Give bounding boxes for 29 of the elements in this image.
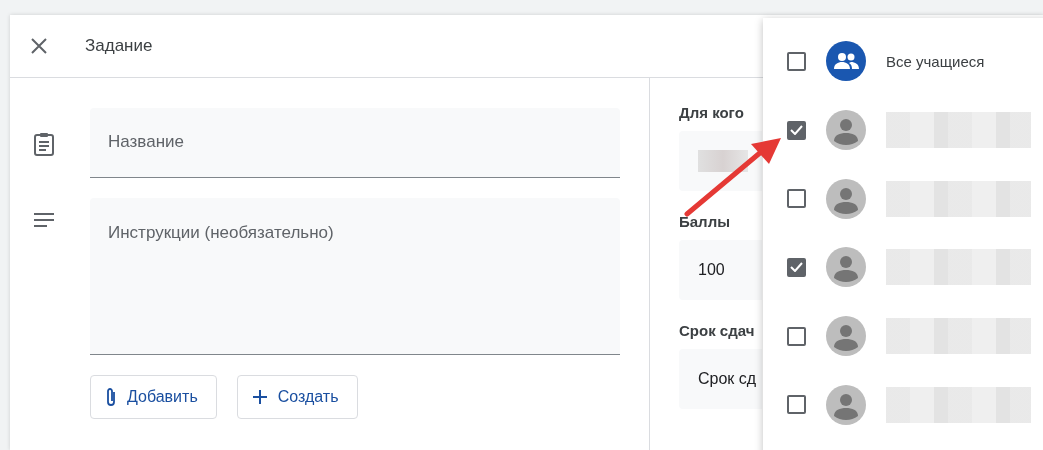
avatar-icon [826, 316, 866, 357]
instructions-field[interactable]: Инструкции (необязательно) [90, 198, 620, 355]
due-date-field[interactable]: Срок сд [679, 349, 762, 409]
avatar-icon [826, 178, 866, 219]
avatar-icon [826, 247, 866, 288]
create-button[interactable]: Создать [236, 375, 358, 419]
checkbox[interactable] [787, 51, 806, 71]
close-icon[interactable] [30, 37, 48, 55]
avatar-icon [826, 384, 866, 425]
group-icon [826, 41, 866, 82]
field-label: Для кого [679, 104, 745, 121]
text-lines-icon [33, 212, 55, 228]
checkbox[interactable] [787, 189, 806, 209]
student-name: Все учащиеся [886, 52, 985, 70]
title-field[interactable]: Название [90, 108, 620, 178]
points-field[interactable]: 100 [679, 240, 762, 300]
checkbox[interactable] [787, 326, 806, 346]
field-label: Срок сдач [679, 322, 756, 339]
checkbox[interactable] [787, 120, 806, 140]
plus-icon [251, 389, 268, 405]
avatar-icon [826, 110, 866, 151]
clipboard-icon [34, 132, 54, 156]
paperclip-icon [105, 387, 117, 407]
field-label: Баллы [679, 213, 731, 230]
dialog-title: Задание [85, 36, 153, 56]
attach-button[interactable]: Добавить [90, 375, 217, 419]
checkbox[interactable] [787, 395, 806, 415]
redacted-text [698, 150, 748, 172]
checkbox[interactable] [787, 257, 806, 277]
